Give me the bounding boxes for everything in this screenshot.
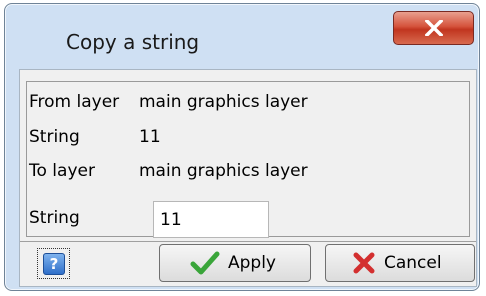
to-layer-value: main graphics layer xyxy=(139,161,308,181)
cancel-button[interactable]: Cancel xyxy=(325,244,475,282)
checkmark-icon xyxy=(190,251,220,275)
dialog-body: From layer main graphics layer String 11… xyxy=(19,69,477,287)
source-string-value: 11 xyxy=(139,127,161,147)
help-button[interactable]: ? xyxy=(37,248,70,279)
from-layer-label: From layer xyxy=(29,92,120,112)
source-string-label: String xyxy=(29,127,80,147)
from-layer-value: main graphics layer xyxy=(139,92,308,112)
button-separator xyxy=(20,241,476,242)
properties-panel: From layer main graphics layer String 11… xyxy=(26,81,470,238)
apply-button[interactable]: Apply xyxy=(159,244,311,282)
apply-label: Apply xyxy=(228,253,276,273)
dialog-window: Copy a string From layer main graphics l… xyxy=(4,3,480,291)
close-button[interactable] xyxy=(393,11,474,45)
cross-icon xyxy=(353,252,375,274)
to-layer-label: To layer xyxy=(29,161,95,181)
window-title: Copy a string xyxy=(66,30,200,54)
close-icon xyxy=(425,20,443,36)
cancel-label: Cancel xyxy=(384,253,442,273)
target-string-label: String xyxy=(29,208,80,228)
target-string-input[interactable]: 11 xyxy=(153,201,269,238)
help-icon: ? xyxy=(43,253,65,275)
